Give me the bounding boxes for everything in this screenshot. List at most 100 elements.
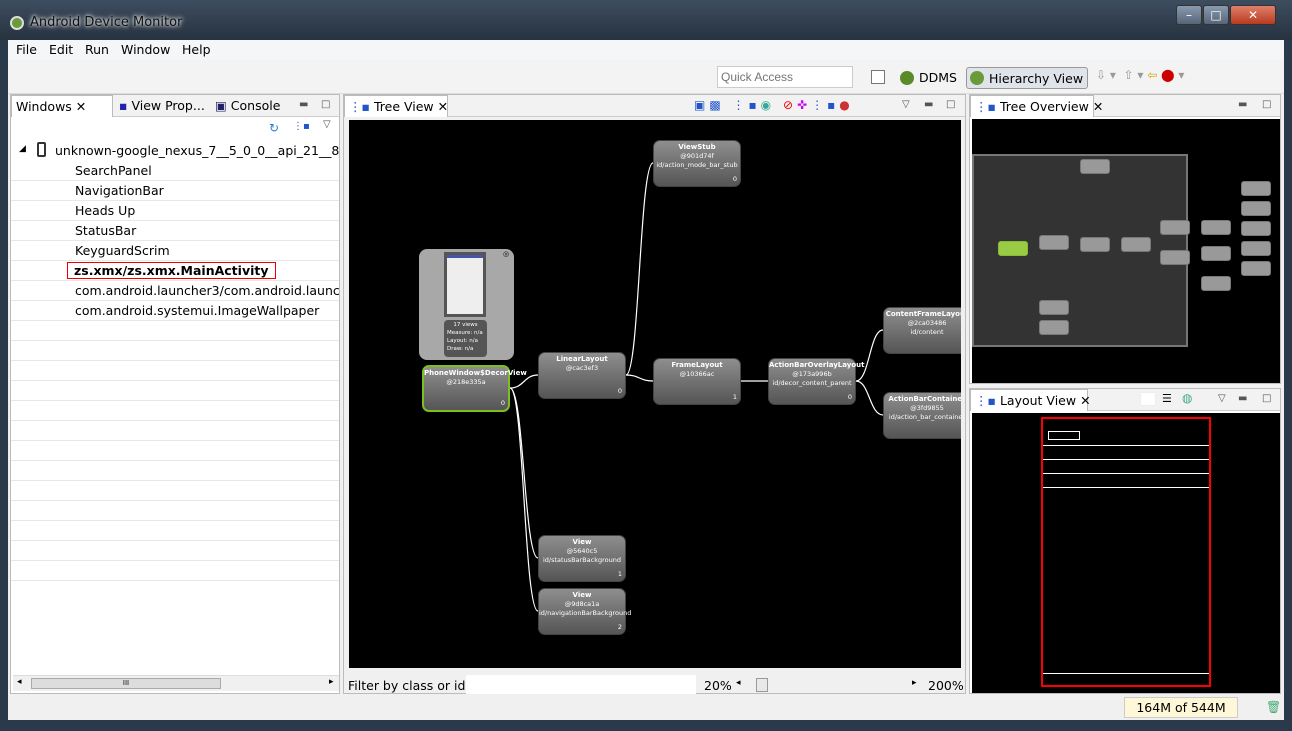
app-icon — [10, 16, 24, 30]
node-name: View — [572, 538, 592, 546]
menu-help[interactable]: Help — [182, 42, 211, 57]
overview-node — [1121, 237, 1151, 252]
overview-node — [1201, 246, 1231, 261]
tab-layout-view[interactable]: ⋮▪ Layout View ✕ — [970, 389, 1091, 411]
filter-input[interactable] — [466, 675, 696, 694]
node-index: 2 — [617, 623, 622, 631]
overview-node — [1241, 221, 1271, 236]
empty-row — [11, 461, 339, 481]
node-name: PhoneWindow$DecorView — [424, 369, 527, 377]
device-row[interactable]: ◢ unknown-google_nexus_7__5_0_0__api_21__… — [11, 141, 339, 161]
node-name: ActionBarContainer — [888, 395, 961, 403]
node-index: 0 — [617, 387, 622, 395]
tab-tree-overview[interactable]: ⋮▪ Tree Overview ✕ — [970, 95, 1103, 117]
open-perspective-icon[interactable] — [871, 70, 885, 84]
overview-node — [1080, 159, 1110, 174]
tree-node[interactable]: FrameLayout @10366ac 1 — [653, 358, 741, 405]
toolbar-action-icons[interactable]: ⇩ ▾ ⇧ ▾ ⇦ ⬤ ▾ — [1096, 68, 1184, 82]
quick-access-input[interactable] — [717, 66, 853, 88]
window-list-item[interactable]: SearchPanel — [11, 161, 339, 181]
tab-windows[interactable]: Windows ✕ — [11, 95, 113, 117]
node-id: id/decor_content_parent — [772, 379, 852, 387]
overview-node — [1160, 250, 1190, 265]
garbage-collect-icon[interactable]: 🗑 — [1266, 700, 1281, 714]
layout-canvas[interactable] — [972, 413, 1280, 693]
window-list-item[interactable]: StatusBar — [11, 221, 339, 241]
window-list-item[interactable]: com.android.systemui.ImageWallpaper — [11, 301, 339, 321]
menu-bar: File Edit Run Window Help — [8, 40, 1284, 60]
tree-overview-canvas[interactable] — [972, 119, 1280, 383]
menu-run[interactable]: Run — [85, 42, 109, 57]
node-hash: @3fd9855 — [910, 404, 944, 412]
horizontal-scrollbar[interactable]: ◂ III ▸ — [13, 675, 339, 691]
minimize-icon[interactable]: ▬ — [1238, 99, 1247, 110]
maximize-icon[interactable]: □ — [1262, 393, 1271, 404]
maximize-icon[interactable]: □ — [1262, 99, 1271, 110]
layout-white-icon[interactable] — [1140, 392, 1156, 406]
menu-file[interactable]: File — [16, 42, 37, 57]
view-menu-icon[interactable]: ▽ — [323, 119, 331, 130]
minimize-icon[interactable]: ▬ — [299, 99, 308, 110]
overview-node — [1039, 320, 1069, 335]
ddms-perspective-button[interactable]: DDMS — [897, 67, 961, 89]
hierarchy-view-perspective-button[interactable]: Hierarchy View — [966, 67, 1089, 89]
node-hash: @218e335a — [446, 378, 486, 386]
layout-lines-icon[interactable]: ☰ — [1162, 392, 1172, 405]
preview-popup: ◎ 17 views Measure: n/a Layout: n/a Draw… — [419, 249, 514, 360]
maximize-icon[interactable]: □ — [946, 99, 955, 110]
tree-node[interactable]: ActionBarContainer @3fd9855 id/action_bar_… — [883, 392, 961, 439]
node-hash: @901d74f — [680, 152, 714, 160]
node-index: 0 — [500, 399, 505, 407]
window-list-item[interactable]: zs.xmx/zs.xmx.MainActivity — [11, 261, 339, 281]
tree-node[interactable]: ActionBarOverlayLayout @173a996b id/decor_… — [768, 358, 864, 405]
view-menu-icon[interactable]: ▽ — [1218, 393, 1226, 404]
overview-node — [1241, 241, 1271, 256]
node-name: LinearLayout — [556, 355, 608, 363]
tree-node[interactable]: View @9d8ca1a id/navigationBarBackground 2 — [538, 588, 631, 635]
menu-window[interactable]: Window — [121, 42, 170, 57]
tree-canvas[interactable]: ◎ 17 views Measure: n/a Layout: n/a Draw… — [349, 120, 961, 668]
empty-row — [11, 501, 339, 521]
empty-row — [11, 561, 339, 581]
node-id: id/action_mode_bar_stub — [656, 161, 738, 169]
load-hierarchy-icon[interactable]: ⋮▪ — [293, 121, 310, 132]
empty-row — [11, 481, 339, 501]
tree-node[interactable]: LinearLayout @cac3ef3 0 — [538, 352, 626, 399]
maximize-button[interactable]: □ — [1203, 5, 1229, 25]
minimize-button[interactable]: – — [1176, 5, 1202, 25]
close-preview-icon[interactable]: ◎ — [503, 250, 509, 258]
zoom-slider-thumb[interactable] — [755, 678, 768, 692]
tab-console[interactable]: ▣ Console — [211, 95, 284, 117]
device-icon — [37, 142, 46, 157]
layout-globe-icon[interactable]: ◍ — [1182, 391, 1192, 405]
window-list-item[interactable]: com.android.launcher3/com.android.launch… — [11, 281, 339, 301]
empty-row — [11, 521, 339, 541]
tree-node[interactable]: PhoneWindow$DecorView @218e335a 0 — [422, 365, 527, 412]
node-id: id/statusBarBackground — [543, 556, 621, 564]
tree-node[interactable]: ViewStub @901d74f id/action_mode_bar_stub 0 — [653, 140, 741, 187]
filter-label: Filter by class or id: — [348, 678, 470, 693]
tree-node[interactable]: ContentFrameLayout @2ca03486 id/content — [883, 307, 961, 354]
ddms-icon — [900, 71, 914, 85]
close-button[interactable]: ✕ — [1230, 5, 1276, 25]
overview-node — [1160, 220, 1190, 235]
hierarchy-icon — [970, 71, 984, 85]
maximize-icon[interactable]: □ — [321, 99, 330, 110]
scrollbar-thumb[interactable]: III — [31, 678, 221, 689]
tree-view-action-icons[interactable]: ▣▩ ⋮▪◉ ⊘✜⋮▪● — [694, 98, 854, 112]
menu-edit[interactable]: Edit — [49, 42, 73, 57]
window-list-item[interactable]: KeyguardScrim — [11, 241, 339, 261]
node-name: FrameLayout — [671, 361, 723, 369]
zoom-slider[interactable]: ◂ ▸ — [736, 677, 920, 693]
tab-tree-view[interactable]: ⋮▪ Tree View ✕ — [344, 95, 448, 117]
tree-node[interactable]: View @5640c5 id/statusBarBackground 1 — [538, 535, 626, 582]
minimize-icon[interactable]: ▬ — [1238, 393, 1247, 404]
screen-thumbnail — [444, 252, 486, 317]
minimize-icon[interactable]: ▬ — [924, 99, 933, 110]
refresh-icon[interactable]: ↻ — [269, 121, 279, 135]
tab-view-properties[interactable]: ▪ View Prop... — [115, 95, 209, 117]
window-list-item[interactable]: Heads Up — [11, 201, 339, 221]
view-menu-icon[interactable]: ▽ — [902, 99, 910, 110]
window-list-item[interactable]: NavigationBar — [11, 181, 339, 201]
tree-link — [509, 387, 539, 612]
